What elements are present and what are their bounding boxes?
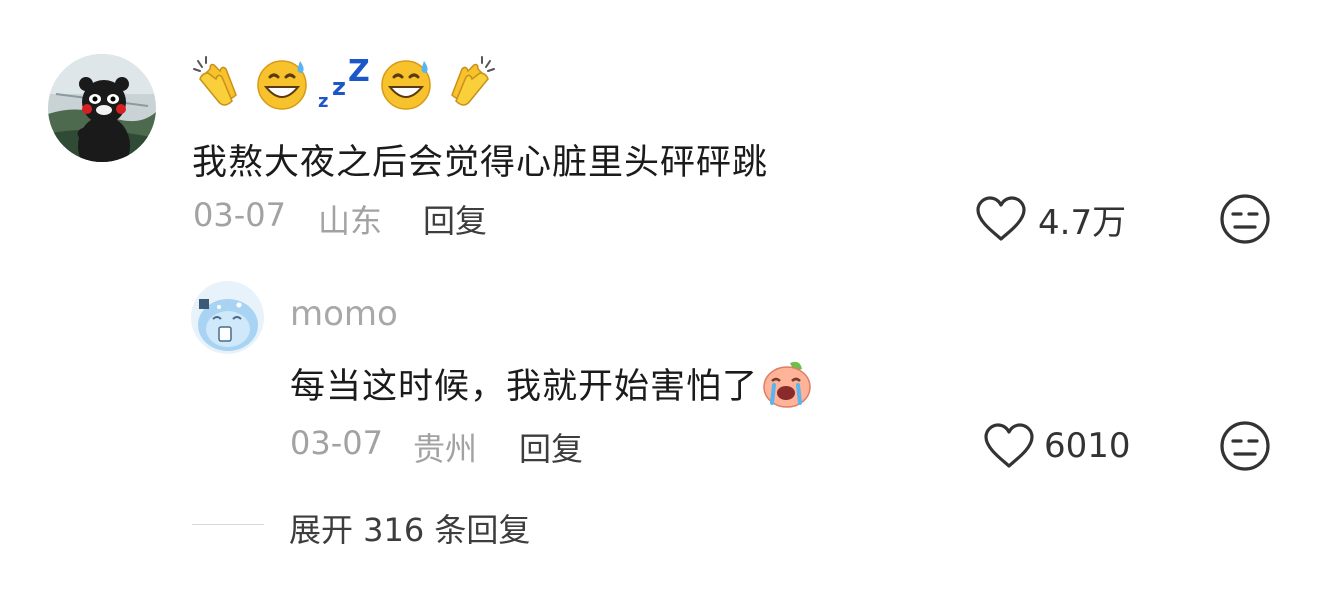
zzz-icon: z z Z (318, 55, 370, 111)
reply-text: 每当这时候，我就开始害怕了 (290, 367, 759, 407)
reply-like-button[interactable]: 6010 (982, 420, 1131, 472)
reply-date: 03-07 (290, 424, 383, 462)
emoji-row: z z Z (192, 52, 496, 114)
meh-face-icon (1220, 421, 1270, 471)
reply-like-count: 6010 (1044, 426, 1131, 466)
comment-location: 山东 (318, 202, 383, 240)
reply-avatar[interactable] (191, 281, 264, 354)
heart-icon (984, 423, 1034, 468)
expand-divider (192, 524, 264, 525)
crying-peach-icon (763, 361, 811, 408)
reply-button[interactable]: 回复 (423, 196, 487, 242)
comment-text: 我熬大夜之后会觉得心脏里头砰砰跳 (192, 143, 769, 183)
avatar[interactable] (48, 54, 156, 162)
like-button[interactable]: 4.7万 (974, 193, 1126, 245)
svg-text:z: z (318, 91, 328, 111)
expand-replies-button[interactable]: 展开 316 条回复 (289, 505, 530, 551)
grinning-sweat-icon (381, 60, 431, 110)
reply-dislike-button[interactable] (1219, 420, 1271, 472)
heart-icon (976, 196, 1026, 241)
grinning-sweat-icon (257, 60, 307, 110)
reply-text-row: 每当这时候，我就开始害怕了 (290, 358, 814, 409)
clapping-hands-icon (193, 56, 237, 106)
dislike-button[interactable] (1219, 193, 1271, 245)
reply-username[interactable]: momo (290, 294, 398, 334)
reply-reply-button[interactable]: 回复 (519, 424, 583, 470)
avatar-image (48, 54, 156, 162)
reply-location: 贵州 (413, 430, 478, 468)
svg-text:Z: Z (348, 55, 370, 89)
clapping-hands-icon (451, 56, 495, 106)
comment-date: 03-07 (193, 196, 286, 234)
like-count: 4.7万 (1038, 202, 1127, 243)
svg-text:z: z (332, 73, 346, 101)
meh-face-icon (1220, 194, 1270, 244)
avatar-image (191, 281, 264, 354)
